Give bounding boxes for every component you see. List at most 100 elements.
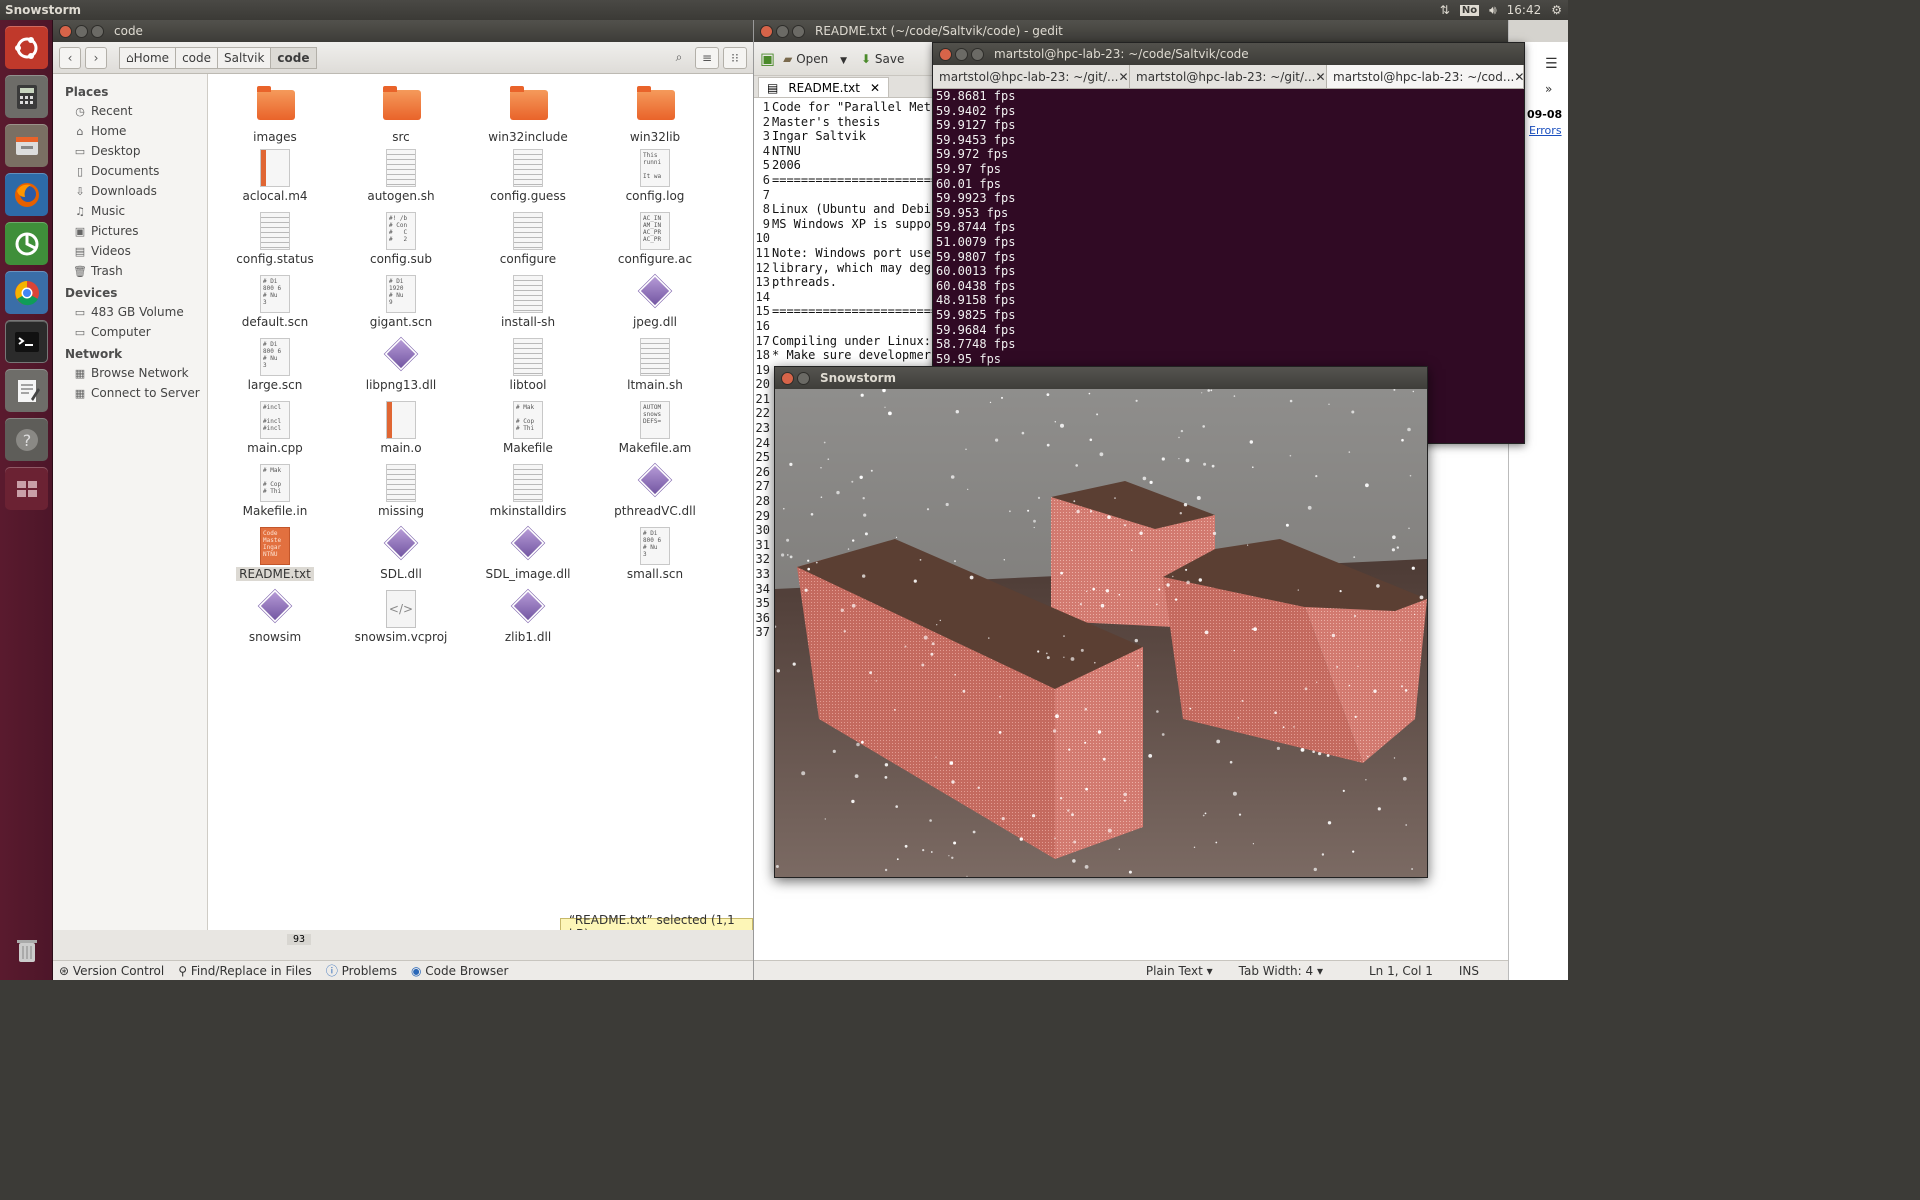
file-item[interactable]: autogen.sh bbox=[339, 145, 463, 208]
problems-tab[interactable]: ⓘ Problems bbox=[326, 962, 397, 979]
file-item[interactable]: images bbox=[213, 82, 337, 145]
file-item[interactable]: # Di 800 6 # Nu 3 default.scn bbox=[213, 271, 337, 334]
search-icon[interactable]: ⌕ bbox=[667, 47, 691, 69]
system-monitor-icon[interactable] bbox=[5, 222, 48, 265]
breadcrumb-saltvik[interactable]: Saltvik bbox=[217, 46, 272, 69]
file-item[interactable]: jpeg.dll bbox=[593, 271, 717, 334]
grid-view-icon[interactable]: ⁝⁝ bbox=[723, 46, 747, 69]
sidebar-item-volume[interactable]: ▭ 483 GB Volume bbox=[53, 302, 207, 322]
file-item[interactable]: config.guess bbox=[466, 145, 590, 208]
file-item[interactable]: install-sh bbox=[466, 271, 590, 334]
file-item[interactable]: mkinstalldirs bbox=[466, 460, 590, 523]
close-icon[interactable]: ✕ bbox=[1118, 70, 1128, 84]
terminal-tab[interactable]: martstol@hpc-lab-23: ~/cod... ✕ bbox=[1327, 65, 1524, 88]
file-item[interactable]: ltmain.sh bbox=[593, 334, 717, 397]
file-item[interactable]: src bbox=[339, 82, 463, 145]
breadcrumb-current[interactable]: code bbox=[270, 46, 317, 69]
code-browser-tab[interactable]: ◉ Code Browser bbox=[411, 964, 508, 978]
minimize-button[interactable] bbox=[955, 47, 968, 61]
file-item[interactable]: zlib1.dll bbox=[466, 586, 590, 649]
list-view-icon[interactable]: ≡ bbox=[695, 46, 719, 69]
open-button[interactable]: ▰ Open ▼ bbox=[783, 52, 847, 66]
file-item[interactable]: libtool bbox=[466, 334, 590, 397]
terminal-icon[interactable] bbox=[5, 320, 48, 363]
close-icon[interactable]: ✕ bbox=[1514, 70, 1523, 84]
file-item[interactable]: # Di 800 6 # Nu 3 large.scn bbox=[213, 334, 337, 397]
calculator-icon[interactable] bbox=[5, 75, 48, 118]
minimize-button[interactable] bbox=[75, 24, 88, 38]
close-icon[interactable]: ✕ bbox=[1315, 70, 1325, 84]
file-item[interactable]: #! /b # Con # C # 2 config.sub bbox=[339, 208, 463, 271]
sidebar-item-music[interactable]: ♫ Music bbox=[53, 201, 207, 221]
files-icon[interactable] bbox=[5, 124, 48, 167]
close-button[interactable] bbox=[939, 47, 952, 61]
menu-icon[interactable]: ☰ bbox=[1545, 56, 1558, 72]
file-item[interactable]: aclocal.m4 bbox=[213, 145, 337, 208]
find-replace-tab[interactable]: ⚲ Find/Replace in Files bbox=[178, 964, 312, 978]
trash-icon[interactable] bbox=[5, 928, 48, 971]
chevron-right-icon[interactable]: » bbox=[1545, 82, 1552, 96]
terminal-tab[interactable]: martstol@hpc-lab-23: ~/git/... ✕ bbox=[933, 65, 1130, 88]
file-item[interactable]: # Di 1920 # Nu 9 gigant.scn bbox=[339, 271, 463, 334]
file-item[interactable]: win32lib bbox=[593, 82, 717, 145]
errors-link[interactable]: Errors bbox=[1529, 124, 1562, 137]
file-item[interactable]: #incl #incl #incl main.cpp bbox=[213, 397, 337, 460]
maximize-button[interactable] bbox=[91, 24, 104, 38]
network-icon[interactable]: ⇅ bbox=[1440, 3, 1450, 17]
help-icon[interactable]: ? bbox=[5, 418, 48, 461]
keyboard-indicator[interactable]: No bbox=[1459, 4, 1480, 16]
file-item[interactable]: # Mak # Cop # Thi Makefile bbox=[466, 397, 590, 460]
file-item[interactable]: AUTOM snows DEFS= Makefile.am bbox=[593, 397, 717, 460]
workspace-switcher-icon[interactable] bbox=[5, 467, 48, 510]
sidebar-item-recent[interactable]: ◷ Recent bbox=[53, 101, 207, 121]
chevron-down-icon[interactable]: ▼ bbox=[840, 56, 847, 66]
maximize-button[interactable] bbox=[971, 47, 984, 61]
file-item[interactable]: # Mak # Cop # Thi Makefile.in bbox=[213, 460, 337, 523]
file-item[interactable]: configure bbox=[466, 208, 590, 271]
close-button[interactable] bbox=[59, 24, 72, 38]
firefox-icon[interactable] bbox=[5, 173, 48, 216]
language-selector[interactable]: Plain Text ▾ bbox=[1146, 964, 1213, 978]
file-item[interactable]: This runni It wa config.log bbox=[593, 145, 717, 208]
file-item[interactable]: SDL_image.dll bbox=[466, 523, 590, 586]
sidebar-item-connect-server[interactable]: ▦ Connect to Server bbox=[53, 383, 207, 403]
sidebar-item-home[interactable]: ⌂ Home bbox=[53, 121, 207, 141]
minimize-button[interactable] bbox=[797, 371, 810, 385]
version-control-tab[interactable]: ⊛ Version Control bbox=[59, 964, 164, 978]
tab-width-selector[interactable]: Tab Width: 4 ▾ bbox=[1239, 964, 1323, 978]
file-item[interactable]: config.status bbox=[213, 208, 337, 271]
sidebar-item-trash[interactable]: 🗑︎ Trash bbox=[53, 261, 207, 281]
file-item[interactable]: Code Maste Ingar NTNU README.txt bbox=[213, 523, 337, 586]
sidebar-item-computer[interactable]: ▭ Computer bbox=[53, 322, 207, 342]
snow-scene[interactable] bbox=[775, 389, 1427, 877]
file-item[interactable]: snowsim bbox=[213, 586, 337, 649]
ubuntu-dash-icon[interactable] bbox=[5, 26, 48, 69]
file-item[interactable]: </> snowsim.vcproj bbox=[339, 586, 463, 649]
sidebar-item-documents[interactable]: ▯ Documents bbox=[53, 161, 207, 181]
breadcrumb-home[interactable]: ⌂ Home bbox=[119, 46, 177, 69]
sidebar-item-browse-network[interactable]: ▦ Browse Network bbox=[53, 363, 207, 383]
volume-icon[interactable]: 🔊︎ bbox=[1489, 3, 1497, 18]
file-item[interactable]: missing bbox=[339, 460, 463, 523]
file-item[interactable]: libpng13.dll bbox=[339, 334, 463, 397]
file-item[interactable]: main.o bbox=[339, 397, 463, 460]
close-button[interactable] bbox=[760, 24, 773, 38]
file-item[interactable]: # Di 800 6 # Nu 3 small.scn bbox=[593, 523, 717, 586]
settings-gear-icon[interactable]: ⚙ bbox=[1551, 3, 1562, 17]
sidebar-item-downloads[interactable]: ⇩ Downloads bbox=[53, 181, 207, 201]
sidebar-item-pictures[interactable]: ▣ Pictures bbox=[53, 221, 207, 241]
close-icon[interactable]: ✕ bbox=[870, 81, 880, 95]
text-editor-icon[interactable] bbox=[5, 369, 48, 412]
file-item[interactable]: pthreadVC.dll bbox=[593, 460, 717, 523]
tab-readme[interactable]: ▤ README.txt ✕ bbox=[758, 77, 890, 97]
sidebar-item-videos[interactable]: ▤ Videos bbox=[53, 241, 207, 261]
file-item[interactable]: SDL.dll bbox=[339, 523, 463, 586]
maximize-button[interactable] bbox=[792, 24, 805, 38]
chrome-icon[interactable] bbox=[5, 271, 48, 314]
minimize-button[interactable] bbox=[776, 24, 789, 38]
sidebar-item-desktop[interactable]: ▭ Desktop bbox=[53, 141, 207, 161]
forward-button[interactable]: › bbox=[85, 46, 107, 69]
back-button[interactable]: ‹ bbox=[59, 46, 81, 69]
terminal-tab[interactable]: martstol@hpc-lab-23: ~/git/... ✕ bbox=[1130, 65, 1327, 88]
save-button[interactable]: ⬇ Save bbox=[861, 52, 904, 66]
